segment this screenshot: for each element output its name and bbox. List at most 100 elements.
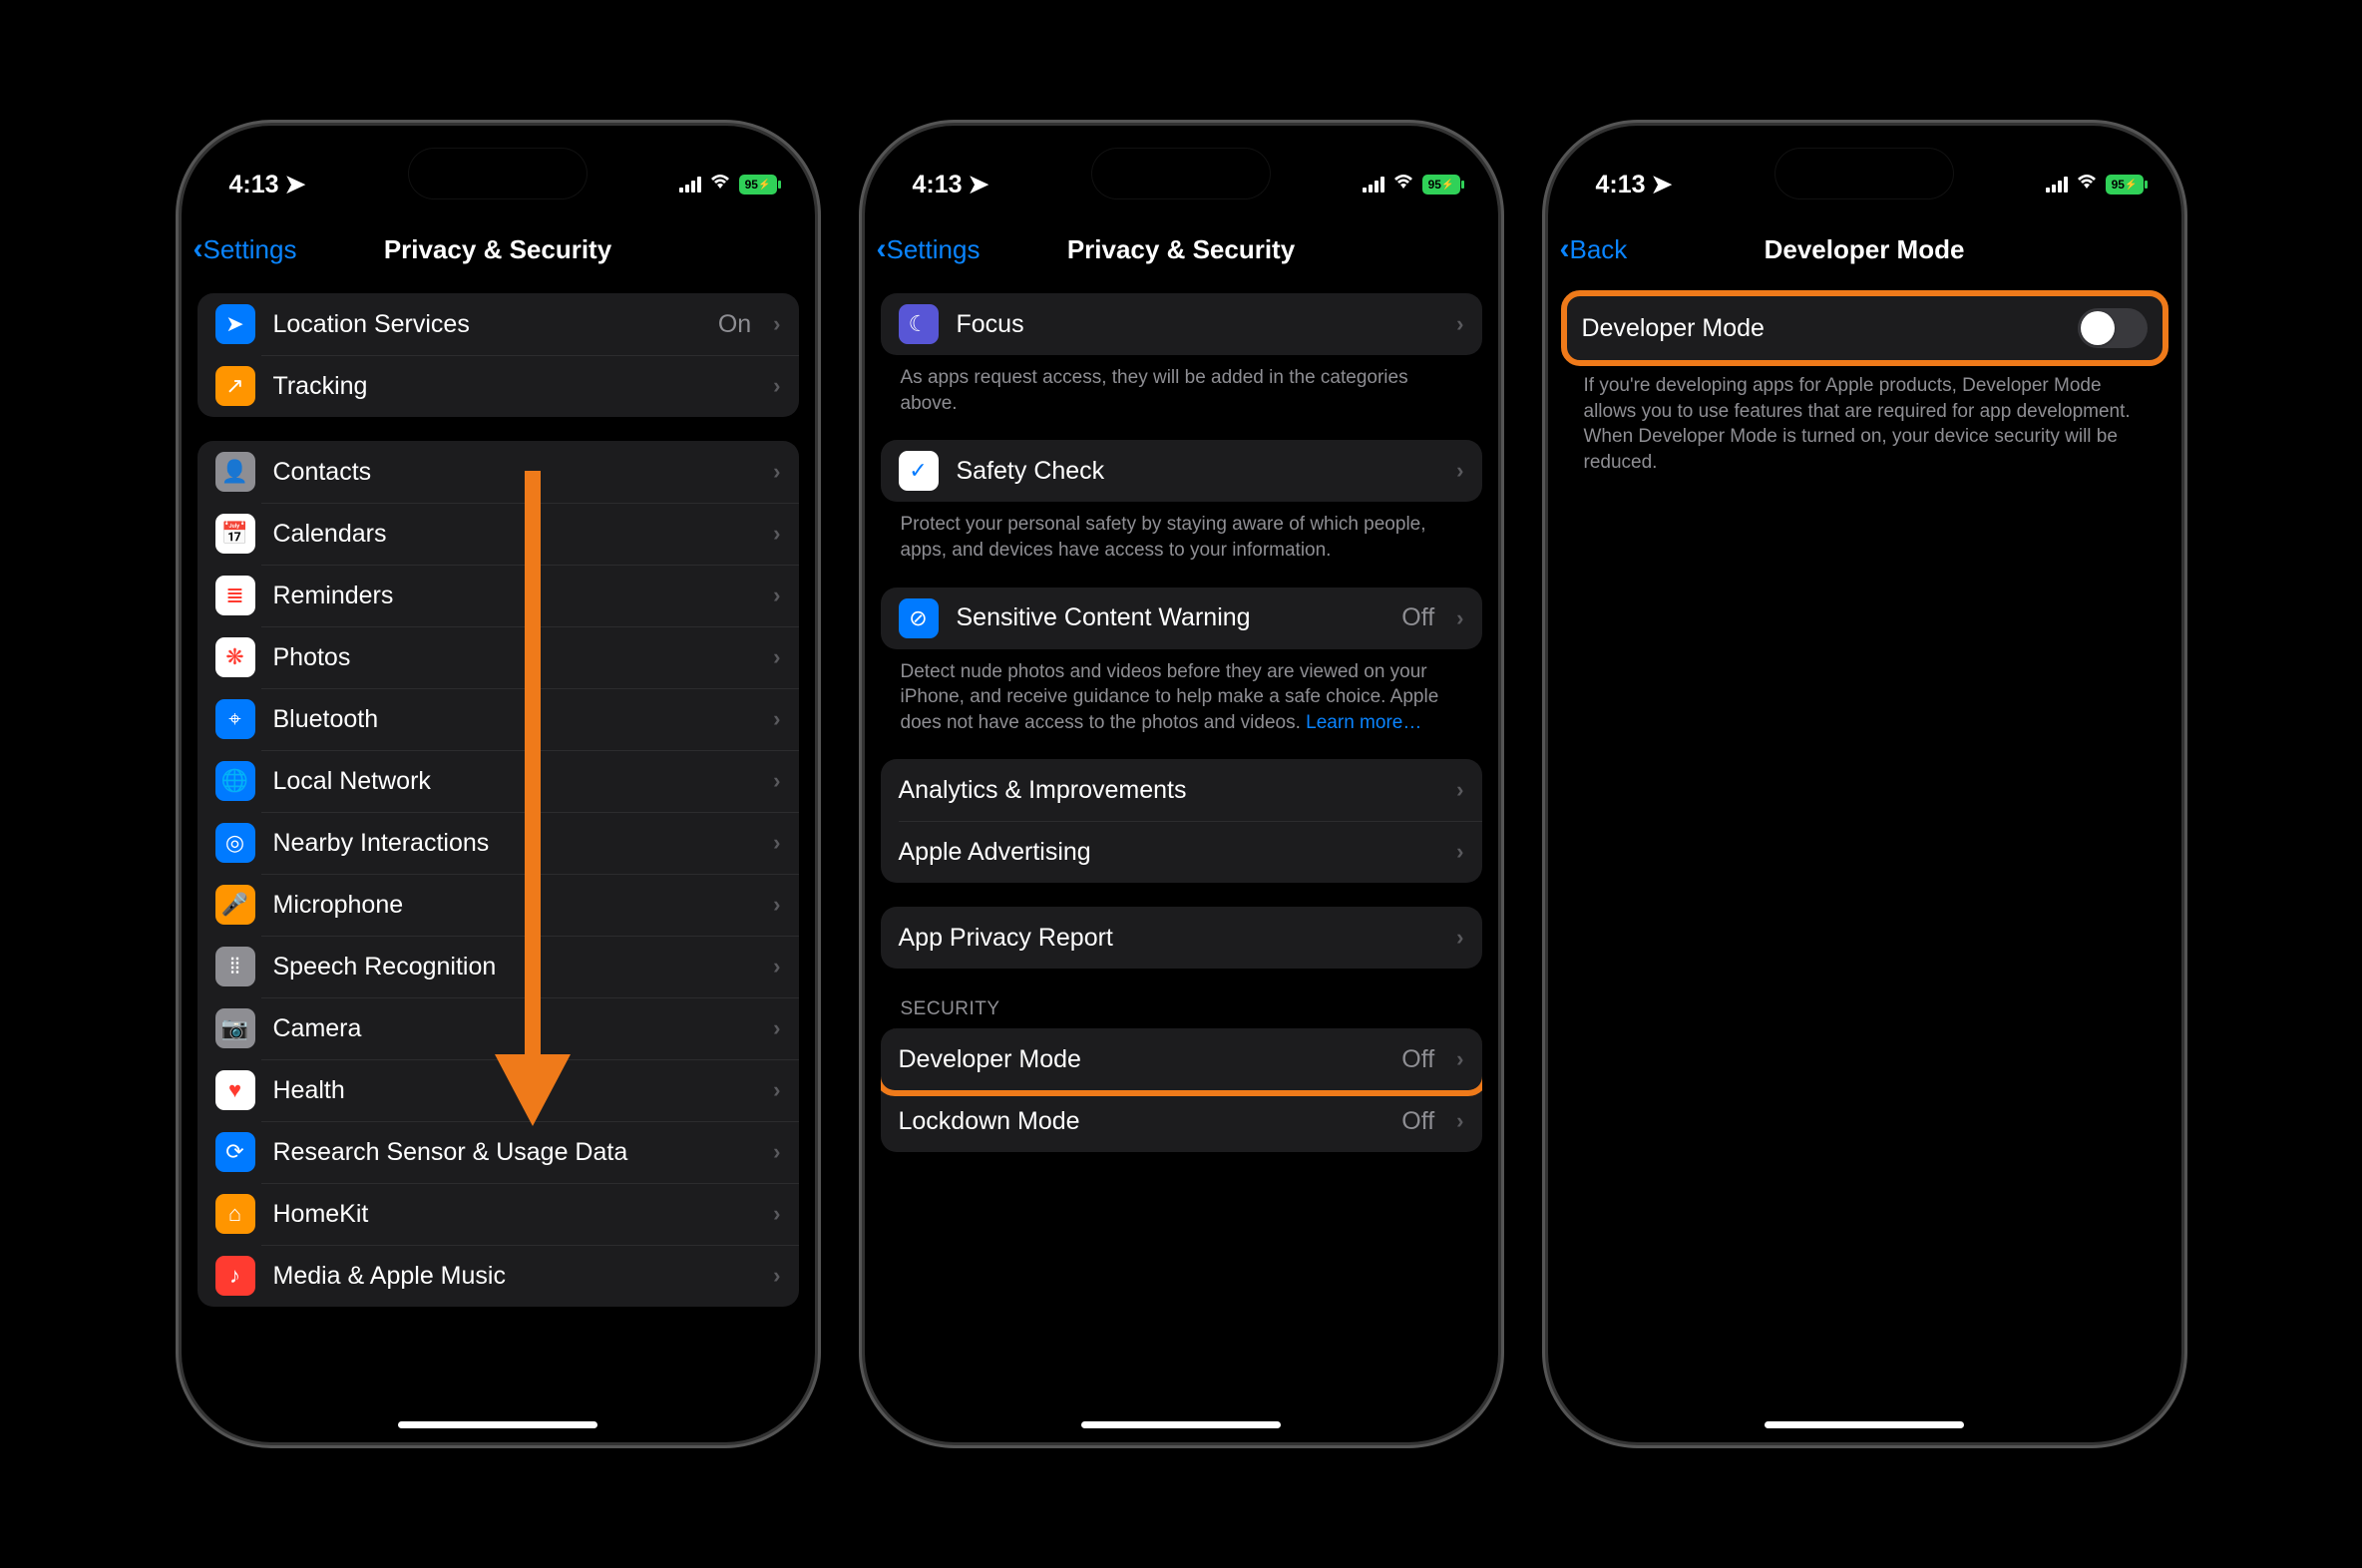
row-bluetooth[interactable]: ⌖Bluetooth› xyxy=(197,688,799,750)
status-time: 4:13 xyxy=(1596,171,1646,199)
dynamic-island xyxy=(1091,148,1271,199)
row-label: Analytics & Improvements xyxy=(899,776,1439,805)
row-developer-mode-toggle[interactable]: Developer Mode xyxy=(1564,293,2165,363)
row-lockdown-mode[interactable]: Lockdown ModeOff› xyxy=(881,1090,1482,1152)
row-research-sensor-usage-data[interactable]: ⟳Research Sensor & Usage Data› xyxy=(197,1121,799,1183)
chevron-right-icon: › xyxy=(773,521,780,547)
chevron-right-icon: › xyxy=(773,311,780,337)
phone-2: 4:13 ➤ 95⚡ ‹ Settings Privacy & Security… xyxy=(865,126,1498,1442)
row-contacts[interactable]: 👤Contacts› xyxy=(197,441,799,503)
row-apple-advertising[interactable]: Apple Advertising› xyxy=(881,821,1482,883)
row-label: Photos xyxy=(273,643,756,672)
microphone-icon: 🎤 xyxy=(215,885,255,925)
chevron-left-icon: ‹ xyxy=(877,232,887,266)
learn-more-link[interactable]: Learn more… xyxy=(1306,712,1421,733)
row-calendars[interactable]: 📅 Calendars › xyxy=(197,503,799,565)
calendars-icon: 📅 xyxy=(215,514,255,554)
homekit-icon: ⌂ xyxy=(215,1194,255,1234)
cellular-icon xyxy=(1363,177,1384,193)
page-title: Privacy & Security xyxy=(384,234,611,265)
nav-bar: ‹ Settings Privacy & Security xyxy=(865,215,1498,283)
chevron-right-icon: › xyxy=(773,459,780,485)
settings-content[interactable]: ➤ Location Services On › ↗Tracking› 👤Contact… xyxy=(182,283,815,1442)
health-icon: ♥ xyxy=(215,1070,255,1110)
safety-footer: Protect your personal safety by staying … xyxy=(881,502,1482,563)
bluetooth-icon: ⌖ xyxy=(215,699,255,739)
wifi-icon xyxy=(2076,174,2098,196)
developer-mode-footer: If you're developing apps for Apple prod… xyxy=(1564,363,2165,476)
row-safety-check[interactable]: ✓ Safety Check › xyxy=(881,440,1482,502)
row-label: Media & Apple Music xyxy=(273,1262,756,1291)
row-media-apple-music[interactable]: ♪Media & Apple Music› xyxy=(197,1245,799,1307)
battery-indicator: 95⚡ xyxy=(2106,175,2144,195)
row-developer-mode[interactable]: Developer ModeOff› xyxy=(881,1028,1482,1090)
status-time: 4:13 xyxy=(913,171,963,199)
reminders-icon: ≣ xyxy=(215,576,255,615)
row-value: On xyxy=(718,310,751,339)
back-button[interactable]: ‹ Back xyxy=(1560,232,1628,266)
row-location-services[interactable]: ➤ Location Services On › xyxy=(197,293,799,355)
row-value: Off xyxy=(1401,603,1434,632)
row-app-privacy-report[interactable]: App Privacy Report › xyxy=(881,907,1482,969)
research-icon: ⟳ xyxy=(215,1132,255,1172)
chevron-right-icon: › xyxy=(773,583,780,608)
row-analytics-improvements[interactable]: Analytics & Improvements › xyxy=(881,759,1482,821)
group-app-privacy: App Privacy Report › xyxy=(881,907,1482,969)
media-icon: ♪ xyxy=(215,1256,255,1296)
row-label: Microphone xyxy=(273,891,756,920)
row-nearby-interactions[interactable]: ◎Nearby Interactions› xyxy=(197,812,799,874)
row-camera[interactable]: 📷Camera› xyxy=(197,997,799,1059)
tracking-icon: ↗ xyxy=(215,366,255,406)
row-focus[interactable]: ☾ Focus › xyxy=(881,293,1482,355)
chevron-right-icon: › xyxy=(773,830,780,856)
row-health[interactable]: ♥ Health › xyxy=(197,1059,799,1121)
speech-icon: ⦙⦙ xyxy=(215,947,255,986)
row-tracking[interactable]: ↗Tracking› xyxy=(197,355,799,417)
row-reminders[interactable]: ≣ Reminders › xyxy=(197,565,799,626)
row-homekit[interactable]: ⌂HomeKit› xyxy=(197,1183,799,1245)
settings-content[interactable]: Developer Mode If you're developing apps… xyxy=(1548,283,2181,1442)
chevron-right-icon: › xyxy=(773,1077,780,1103)
back-button[interactable]: ‹ Settings xyxy=(877,232,981,266)
row-label: Calendars xyxy=(273,520,756,549)
camera-icon: 📷 xyxy=(215,1008,255,1048)
location-arrow-icon: ➤ xyxy=(285,170,306,199)
back-button[interactable]: ‹ Settings xyxy=(194,232,297,266)
group-analytics: Analytics & Improvements › Apple Advertisi… xyxy=(881,759,1482,883)
home-indicator[interactable] xyxy=(398,1421,597,1428)
row-label: Developer Mode xyxy=(899,1045,1384,1074)
contacts-icon: 👤 xyxy=(215,452,255,492)
row-label: Local Network xyxy=(273,767,756,796)
chevron-right-icon: › xyxy=(1456,311,1463,337)
row-label: Speech Recognition xyxy=(273,953,756,981)
security-header: SECURITY xyxy=(881,969,1482,1024)
phone-1: 4:13 ➤ 95⚡ ‹ Settings Privacy & Security… xyxy=(182,126,815,1442)
row-label: Research Sensor & Usage Data xyxy=(273,1138,756,1167)
row-microphone[interactable]: 🎤Microphone› xyxy=(197,874,799,936)
group-scw: ⊘ Sensitive Content Warning Off › xyxy=(881,588,1482,649)
row-label: Reminders xyxy=(273,582,756,610)
page-title: Developer Mode xyxy=(1765,234,1965,265)
row-sensitive-content[interactable]: ⊘ Sensitive Content Warning Off › xyxy=(881,588,1482,649)
row-photos[interactable]: ❋Photos› xyxy=(197,626,799,688)
chevron-right-icon: › xyxy=(773,706,780,732)
photos-icon: ❋ xyxy=(215,637,255,677)
chevron-right-icon: › xyxy=(1456,777,1463,803)
row-local-network[interactable]: 🌐Local Network› xyxy=(197,750,799,812)
location-icon: ➤ xyxy=(215,304,255,344)
row-label: Health xyxy=(273,1076,756,1105)
sensitive-content-icon: ⊘ xyxy=(899,598,939,638)
settings-content[interactable]: ☾ Focus › As apps request access, they w… xyxy=(865,283,1498,1442)
cellular-icon xyxy=(679,177,701,193)
safety-check-icon: ✓ xyxy=(899,451,939,491)
cellular-icon xyxy=(2046,177,2068,193)
row-label: Safety Check xyxy=(957,457,1439,486)
group-focus: ☾ Focus › xyxy=(881,293,1482,355)
chevron-left-icon: ‹ xyxy=(1560,232,1570,266)
row-label: Location Services xyxy=(273,310,700,339)
row-speech-recognition[interactable]: ⦙⦙Speech Recognition› xyxy=(197,936,799,997)
home-indicator[interactable] xyxy=(1081,1421,1281,1428)
developer-mode-toggle[interactable] xyxy=(2078,308,2148,348)
nearby-icon: ◎ xyxy=(215,823,255,863)
home-indicator[interactable] xyxy=(1765,1421,1964,1428)
